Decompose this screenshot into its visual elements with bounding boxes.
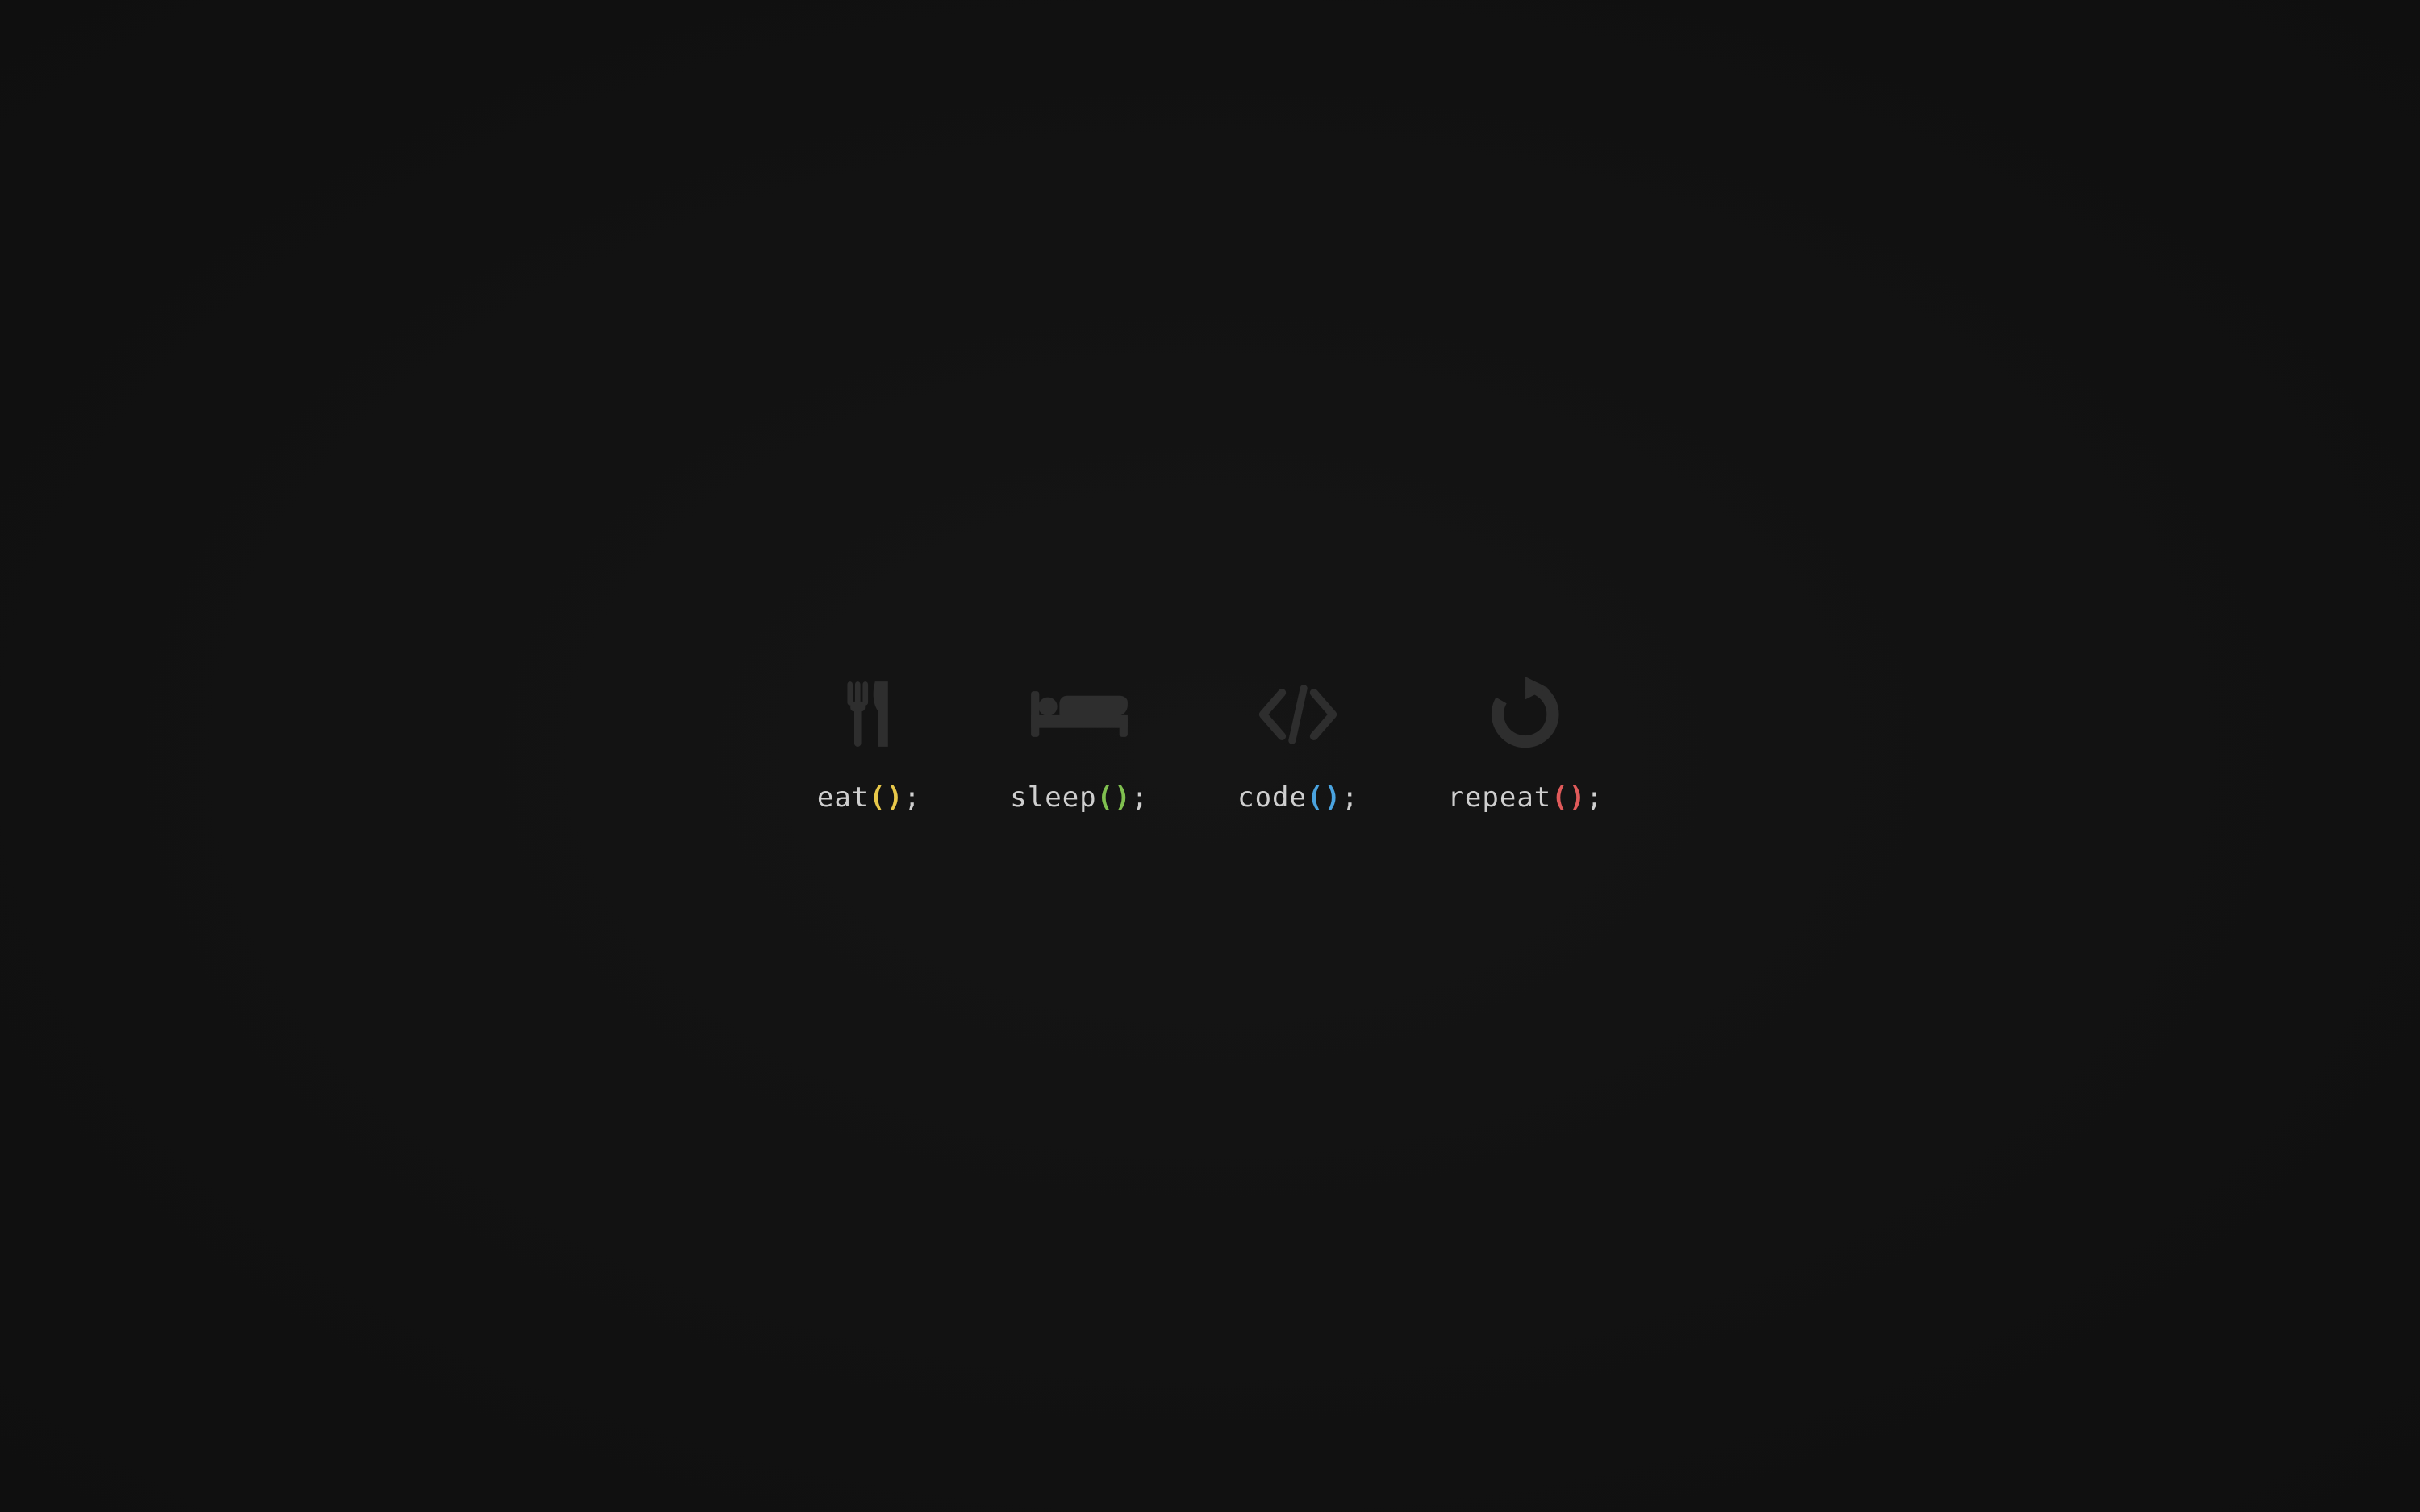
label-code: code(); — [1237, 781, 1358, 814]
word: repeat — [1447, 781, 1551, 814]
paren-close: ) — [1324, 781, 1341, 814]
item-sleep: sleep(); — [1010, 670, 1149, 814]
code-brackets-icon — [1245, 670, 1350, 759]
bed-icon — [1027, 670, 1132, 759]
semicolon: ; — [1341, 781, 1358, 814]
word: sleep — [1010, 781, 1096, 814]
fork-knife-icon — [816, 670, 921, 759]
paren-close: ) — [1569, 781, 1586, 814]
semicolon: ; — [903, 781, 920, 814]
item-repeat: repeat(); — [1447, 670, 1603, 814]
paren-close: ) — [1114, 781, 1131, 814]
paren-close: ) — [887, 781, 903, 814]
paren-open: ( — [1307, 781, 1324, 814]
word: eat — [817, 781, 869, 814]
word: code — [1237, 781, 1307, 814]
wallpaper: eat(); sleep(); — [0, 0, 2420, 1512]
item-eat: eat(); — [816, 670, 921, 814]
item-code: code(); — [1237, 670, 1358, 814]
semicolon: ; — [1586, 781, 1603, 814]
label-sleep: sleep(); — [1010, 781, 1149, 814]
repeat-icon — [1473, 670, 1578, 759]
label-repeat: repeat(); — [1447, 781, 1603, 814]
items-row: eat(); sleep(); — [816, 670, 1603, 814]
label-eat: eat(); — [817, 781, 921, 814]
paren-open: ( — [1097, 781, 1114, 814]
semicolon: ; — [1132, 781, 1149, 814]
paren-open: ( — [869, 781, 886, 814]
paren-open: ( — [1551, 781, 1568, 814]
